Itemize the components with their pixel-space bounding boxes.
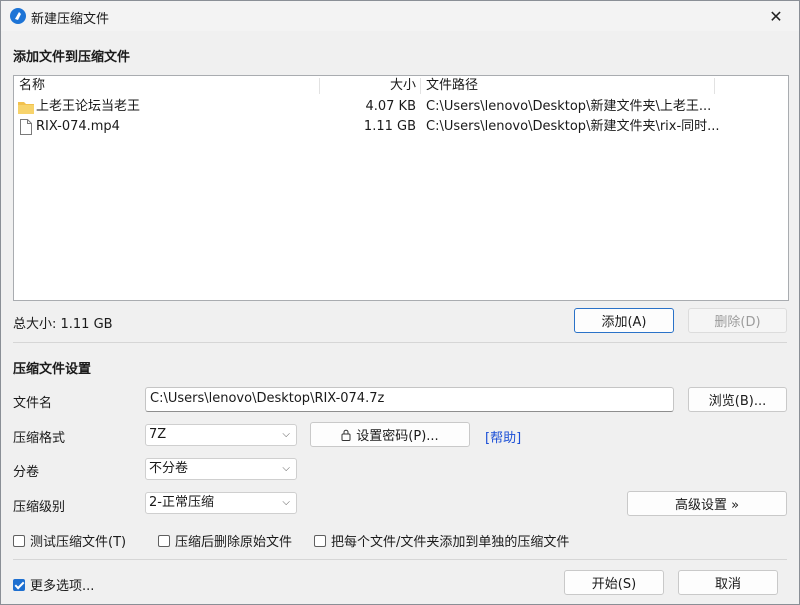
file-list[interactable]: 名称 大小 文件路径 上老王论坛当老王 4.07 KB C:\Users\len…	[13, 75, 789, 301]
browse-button[interactable]: 浏览(B)...	[688, 387, 787, 412]
folder-icon	[18, 100, 34, 114]
window-title: 新建压缩文件	[31, 12, 110, 27]
set-password-button[interactable]: 设置密码(P)...	[310, 422, 470, 447]
test-archive-label: 测试压缩文件(T)	[30, 535, 127, 550]
split-select[interactable]: 不分卷 ⌵	[145, 458, 297, 480]
more-options-checkbox[interactable]: 更多选项...	[13, 575, 94, 594]
level-value: 2-正常压缩	[149, 495, 214, 510]
more-options-label: 更多选项...	[30, 579, 95, 594]
test-archive-checkbox[interactable]: 测试压缩文件(T)	[13, 531, 126, 550]
file-name: 上老王论坛当老王	[36, 99, 141, 114]
level-label: 压缩级别	[13, 500, 66, 515]
close-icon[interactable]: ✕	[753, 1, 799, 31]
column-header-path[interactable]: 文件路径	[426, 76, 478, 96]
delete-after-checkbox[interactable]: 压缩后删除原始文件	[158, 531, 292, 550]
chevron-down-icon: ⌵	[282, 463, 290, 474]
filename-label: 文件名	[13, 396, 53, 411]
column-divider[interactable]	[420, 78, 421, 94]
format-select[interactable]: 7Z ⌵	[145, 424, 297, 446]
chevron-down-icon: ⌵	[282, 497, 290, 508]
checkbox-box[interactable]	[13, 578, 25, 591]
start-button[interactable]: 开始(S)	[564, 570, 664, 595]
checkbox-box[interactable]	[314, 534, 326, 547]
settings-section-title: 压缩文件设置	[13, 362, 92, 377]
filename-input[interactable]: C:\Users\lenovo\Desktop\RIX-074.7z	[145, 387, 674, 412]
column-header-name[interactable]: 名称	[19, 76, 45, 96]
format-value: 7Z	[149, 427, 167, 442]
divider	[13, 559, 787, 560]
checkbox-box[interactable]	[13, 534, 25, 547]
file-icon	[20, 119, 32, 135]
add-button[interactable]: 添加(A)	[574, 308, 674, 333]
checkbox-box[interactable]	[158, 534, 170, 547]
table-row[interactable]: RIX-074.mp4 1.11 GB C:\Users\lenovo\Desk…	[14, 117, 788, 137]
file-size: 4.07 KB	[365, 99, 416, 114]
split-label: 分卷	[13, 465, 40, 480]
divider	[13, 342, 787, 343]
lock-icon	[341, 429, 351, 441]
add-section-title: 添加文件到压缩文件	[13, 50, 131, 65]
set-password-label: 设置密码(P)...	[356, 429, 439, 444]
app-logo-icon	[10, 8, 26, 24]
chevron-down-icon: ⌵	[282, 429, 290, 440]
advanced-settings-button[interactable]: 高级设置 »	[627, 491, 787, 516]
total-size-label: 总大小: 1.11 GB	[13, 317, 113, 332]
title-bar[interactable]: 新建压缩文件 ✕	[1, 1, 799, 31]
each-separate-checkbox[interactable]: 把每个文件/文件夹添加到单独的压缩文件	[314, 531, 569, 550]
table-row[interactable]: 上老王论坛当老王 4.07 KB C:\Users\lenovo\Desktop…	[14, 97, 788, 117]
cancel-button[interactable]: 取消	[678, 570, 778, 595]
file-size: 1.11 GB	[363, 119, 416, 134]
file-name: RIX-074.mp4	[36, 119, 120, 134]
help-link[interactable]: [帮助]	[485, 427, 521, 446]
each-separate-label: 把每个文件/文件夹添加到单独的压缩文件	[331, 535, 570, 550]
file-path: C:\Users\lenovo\Desktop\新建文件夹\上老王...	[426, 99, 712, 114]
delete-after-label: 压缩后删除原始文件	[175, 535, 293, 550]
format-label: 压缩格式	[13, 431, 66, 446]
level-select[interactable]: 2-正常压缩 ⌵	[145, 492, 297, 514]
compress-dialog: 新建压缩文件 ✕ 添加文件到压缩文件 名称 大小 文件路径 上老王论坛当老王 4…	[0, 0, 800, 605]
column-header-size[interactable]: 大小	[320, 76, 416, 96]
split-value: 不分卷	[149, 461, 189, 476]
delete-button[interactable]: 删除(D)	[688, 308, 787, 333]
column-divider[interactable]	[714, 78, 715, 94]
file-path: C:\Users\lenovo\Desktop\新建文件夹\rix-同时...	[426, 119, 720, 134]
